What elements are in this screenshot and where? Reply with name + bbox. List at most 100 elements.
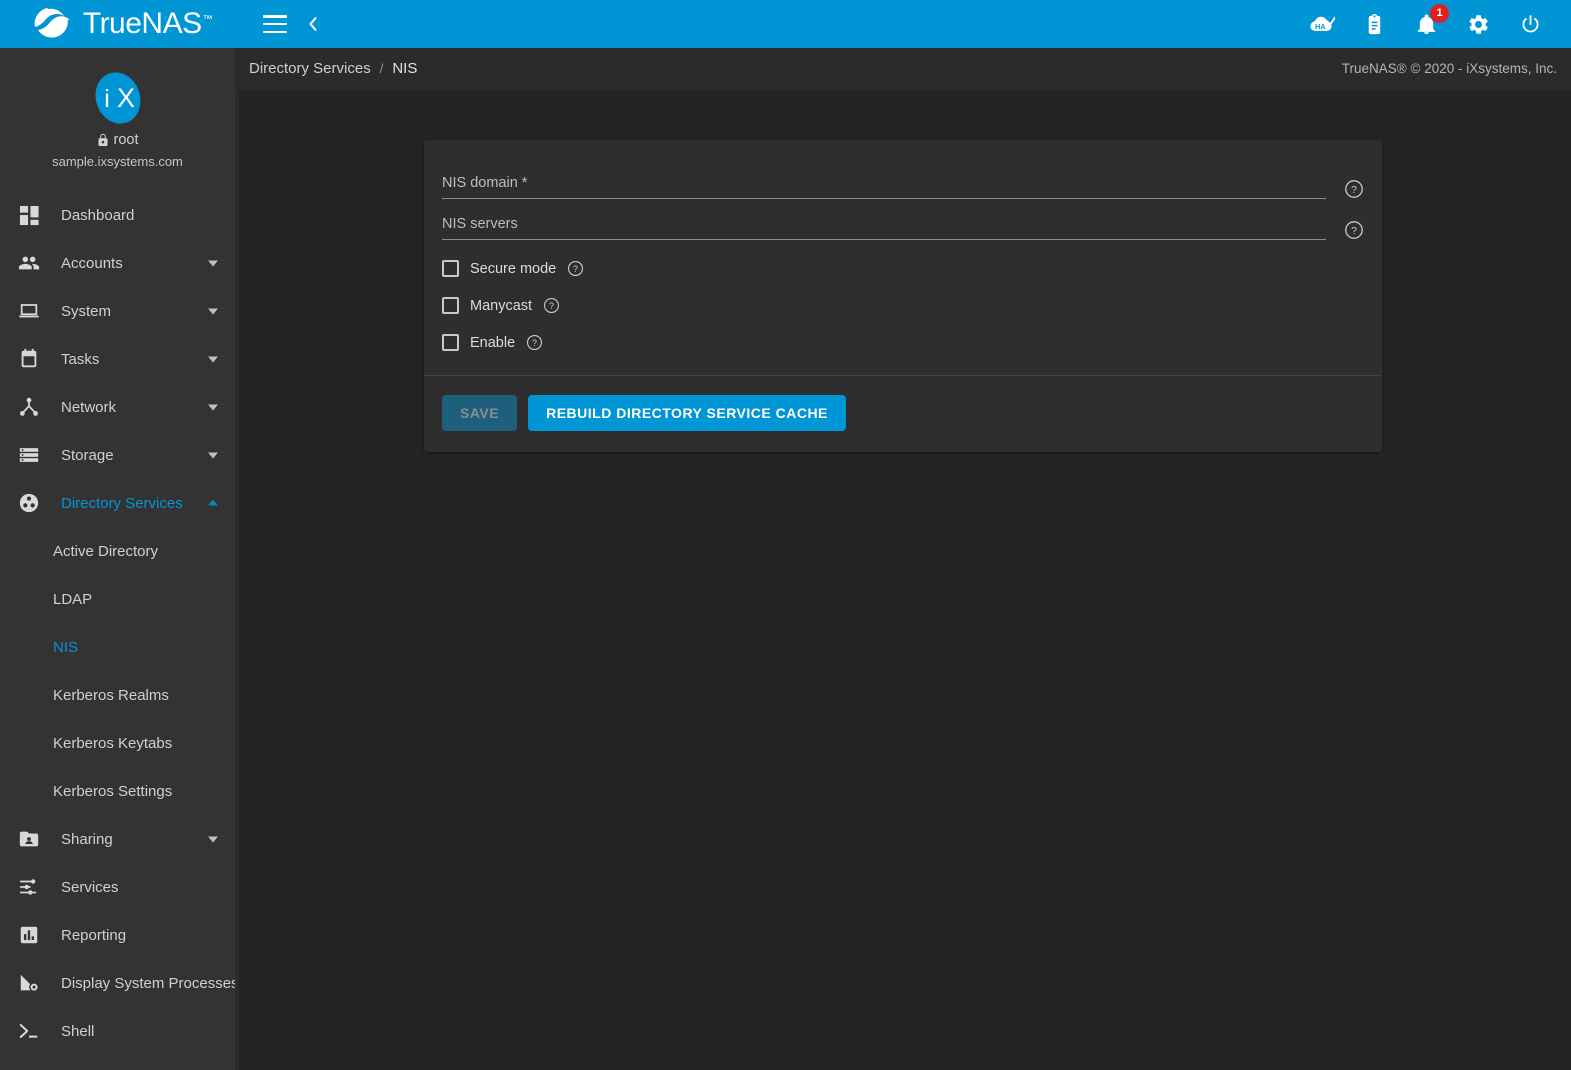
- nis-servers-help-icon[interactable]: ?: [1344, 220, 1364, 240]
- secure-mode-row: Secure mode ?: [442, 250, 1364, 287]
- sidebar-nav: Dashboard Accounts System: [0, 185, 235, 1055]
- sidebar-item-label: Reporting: [61, 927, 221, 944]
- sidebar-item-accounts[interactable]: Accounts: [0, 239, 235, 287]
- save-button[interactable]: SAVE: [442, 395, 517, 431]
- system-icon: [14, 299, 44, 323]
- ha-status-icon[interactable]: HA: [1309, 11, 1335, 37]
- chevron-down-icon: [205, 351, 221, 367]
- enable-row: Enable ?: [442, 324, 1364, 361]
- breadcrumb-current: NIS: [392, 60, 417, 77]
- hamburger-icon[interactable]: [263, 15, 287, 33]
- services-sliders-icon: [14, 875, 44, 899]
- enable-label[interactable]: Enable: [470, 335, 515, 351]
- topbar-right-controls: HA 1: [1309, 0, 1571, 48]
- svg-text:HA: HA: [1315, 22, 1326, 31]
- brand-logo-area[interactable]: TrueNAS™: [0, 0, 239, 48]
- sidebar-item-reporting[interactable]: Reporting: [0, 911, 235, 959]
- sidebar-subitem-kerberos-realms[interactable]: Kerberos Realms: [0, 671, 235, 719]
- chevron-down-icon: [205, 399, 221, 415]
- svg-text:?: ?: [573, 264, 578, 274]
- notifications-bell-icon[interactable]: 1: [1413, 11, 1439, 37]
- topbar-spacer: [323, 0, 1309, 48]
- sidebar-item-system[interactable]: System: [0, 287, 235, 335]
- sidebar-item-network[interactable]: Network: [0, 383, 235, 431]
- clipboard-tasks-icon[interactable]: [1361, 11, 1387, 37]
- sidebar-item-shell[interactable]: Shell: [0, 1007, 235, 1055]
- sidebar-item-display-system-processes[interactable]: Display System Processes: [0, 959, 235, 1007]
- svg-text:?: ?: [532, 338, 537, 348]
- app-body: i X root sample.ixsystems.com Dashboard: [0, 48, 1571, 1070]
- sidebar-subitem-active-directory[interactable]: Active Directory: [0, 527, 235, 575]
- breadcrumb-parent[interactable]: Directory Services: [249, 60, 371, 77]
- breadcrumb: Directory Services / NIS: [249, 60, 417, 77]
- subitem-label: Kerberos Realms: [53, 687, 169, 704]
- svg-text:?: ?: [549, 301, 554, 311]
- sharing-folder-icon: [14, 827, 44, 851]
- sidebar-subitem-nis[interactable]: NIS: [0, 623, 235, 671]
- sidebar-item-label: Services: [61, 879, 221, 896]
- directory-services-icon: [14, 491, 44, 515]
- svg-text:X: X: [116, 83, 134, 113]
- network-icon: [14, 395, 44, 419]
- nis-settings-card: ? ?: [424, 140, 1382, 452]
- sidebar-item-services[interactable]: Services: [0, 863, 235, 911]
- power-icon[interactable]: [1517, 11, 1543, 37]
- sidebar: i X root sample.ixsystems.com Dashboard: [0, 48, 239, 1070]
- svg-text:i: i: [104, 85, 110, 113]
- secure-mode-checkbox[interactable]: [442, 260, 459, 277]
- breadcrumb-bar: Directory Services / NIS TrueNAS® © 2020…: [239, 48, 1571, 90]
- chevron-left-icon[interactable]: [303, 14, 323, 34]
- sidebar-item-label: Network: [61, 399, 205, 416]
- secure-mode-help-icon[interactable]: ?: [567, 260, 584, 277]
- page-content: ? ?: [239, 90, 1571, 1070]
- subitem-label: Kerberos Keytabs: [53, 735, 172, 752]
- sidebar-item-sharing[interactable]: Sharing: [0, 815, 235, 863]
- copyright-text: TrueNAS® © 2020 - iXsystems, Inc.: [1342, 61, 1557, 76]
- subitem-label: Kerberos Settings: [53, 783, 172, 800]
- directory-services-submenu: Active Directory LDAP NIS Kerberos Realm…: [0, 527, 235, 815]
- manycast-label[interactable]: Manycast: [470, 298, 532, 314]
- nis-domain-input[interactable]: [442, 168, 1326, 195]
- user-profile: i X root sample.ixsystems.com: [0, 48, 235, 185]
- chevron-left-glyph: [303, 14, 323, 34]
- chevron-up-icon: [205, 495, 221, 511]
- sidebar-item-label: System: [61, 303, 205, 320]
- brand-name: TrueNAS™: [83, 9, 212, 39]
- hostname: sample.ixsystems.com: [52, 154, 183, 169]
- sidebar-item-label: Sharing: [61, 831, 205, 848]
- sidebar-item-directory-services[interactable]: Directory Services: [0, 479, 235, 527]
- clipboard-glyph: [1363, 13, 1386, 36]
- sidebar-item-tasks[interactable]: Tasks: [0, 335, 235, 383]
- enable-help-icon[interactable]: ?: [526, 334, 543, 351]
- storage-icon: [14, 443, 44, 467]
- tasks-calendar-icon: [14, 347, 44, 371]
- subitem-label: Active Directory: [53, 543, 158, 560]
- avatar[interactable]: i X: [90, 70, 146, 126]
- subitem-label: NIS: [53, 639, 78, 656]
- sidebar-item-dashboard[interactable]: Dashboard: [0, 191, 235, 239]
- nis-domain-field: ?: [442, 168, 1364, 199]
- settings-gear-icon[interactable]: [1465, 11, 1491, 37]
- sidebar-subitem-ldap[interactable]: LDAP: [0, 575, 235, 623]
- breadcrumb-separator: /: [380, 61, 384, 76]
- manycast-checkbox[interactable]: [442, 297, 459, 314]
- accounts-icon: [14, 251, 44, 275]
- nis-domain-help-icon[interactable]: ?: [1344, 179, 1364, 199]
- nis-servers-input[interactable]: [442, 209, 1326, 236]
- username-row: root: [97, 132, 139, 148]
- reporting-chart-icon: [14, 923, 44, 947]
- manycast-help-icon[interactable]: ?: [543, 297, 560, 314]
- chevron-down-icon: [205, 303, 221, 319]
- secure-mode-label[interactable]: Secure mode: [470, 261, 556, 277]
- rebuild-directory-service-cache-button[interactable]: REBUILD DIRECTORY SERVICE CACHE: [528, 395, 846, 431]
- card-actions: SAVE REBUILD DIRECTORY SERVICE CACHE: [424, 376, 1382, 452]
- sidebar-subitem-kerberos-keytabs[interactable]: Kerberos Keytabs: [0, 719, 235, 767]
- chevron-down-icon: [205, 831, 221, 847]
- enable-checkbox[interactable]: [442, 334, 459, 351]
- subitem-label: LDAP: [53, 591, 92, 608]
- trademark-symbol: ™: [203, 14, 213, 25]
- sidebar-item-label: Storage: [61, 447, 205, 464]
- sidebar-subitem-kerberos-settings[interactable]: Kerberos Settings: [0, 767, 235, 815]
- truenas-app: TrueNAS™ HA: [0, 0, 1571, 1070]
- sidebar-item-storage[interactable]: Storage: [0, 431, 235, 479]
